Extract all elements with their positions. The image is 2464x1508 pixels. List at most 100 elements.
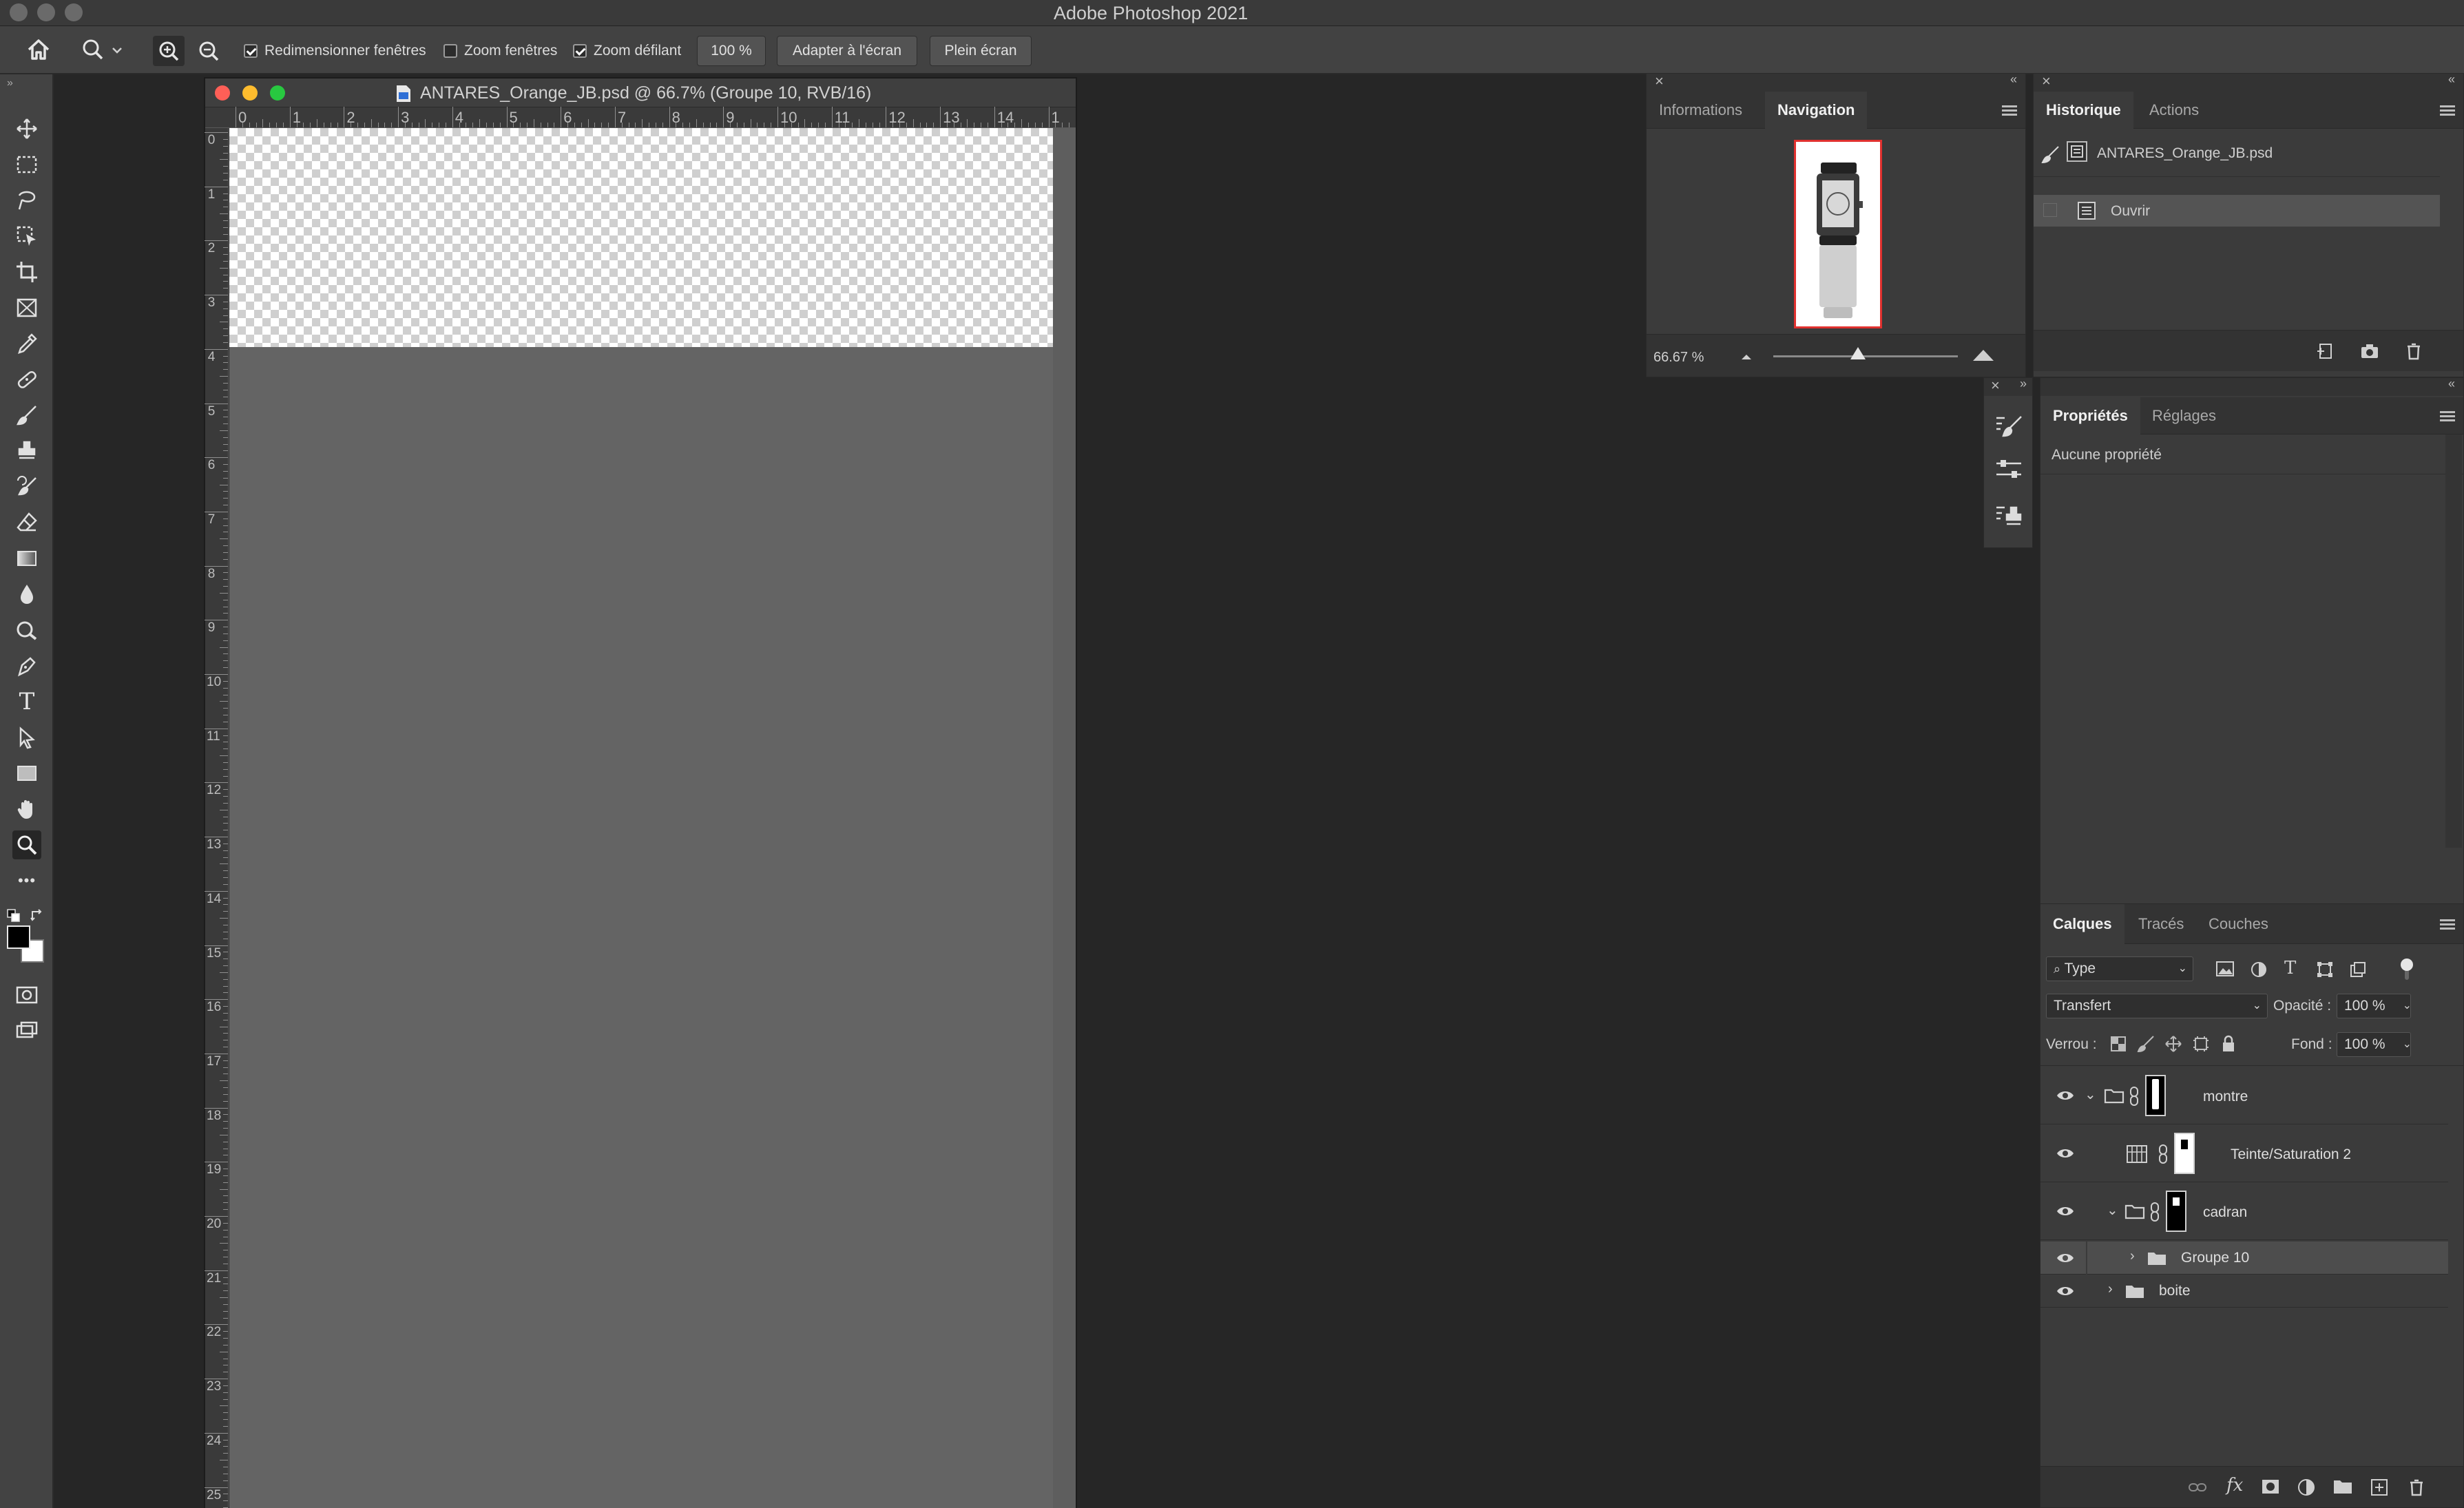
visibility-eye-icon[interactable] <box>2056 1251 2075 1265</box>
chevron-right-icon[interactable]: › <box>2130 1248 2135 1264</box>
tab-calques[interactable]: Calques <box>2040 904 2124 944</box>
chevron-right-icon[interactable]: › <box>2108 1281 2113 1297</box>
layer-name[interactable]: boite <box>2159 1283 2191 1299</box>
quick-mask-icon[interactable] <box>12 981 41 1009</box>
layer-row-teinte-saturation-2[interactable]: Teinte/Saturation 2 <box>2040 1126 2448 1182</box>
lock-transparent-icon[interactable] <box>2109 1035 2127 1053</box>
history-state-row[interactable]: Ouvrir <box>2034 195 2440 227</box>
document-canvas[interactable] <box>229 347 1053 1508</box>
panel-menu-icon[interactable] <box>2440 919 2455 930</box>
default-colors-icon[interactable] <box>7 909 21 923</box>
zoom-value[interactable]: 66.67 % <box>1653 350 1704 366</box>
zoom-tool-preset-icon[interactable] <box>81 39 125 62</box>
layer-name[interactable]: cadran <box>2203 1204 2247 1221</box>
filter-type-icon[interactable]: T <box>2284 958 2296 978</box>
chain-link-icon[interactable] <box>2149 1202 2160 1222</box>
resize-windows-checkbox[interactable] <box>244 44 258 58</box>
history-brush-icon[interactable] <box>12 472 41 501</box>
horizontal-ruler[interactable]: 0 1 2 3 4 5 6 7 8 9 10 11 12 13 14 1 <box>205 107 1076 128</box>
layer-row-cadran[interactable]: ⌄ cadran <box>2040 1184 2448 1240</box>
collapse-toolbar-icon[interactable]: » <box>7 77 13 90</box>
layer-name[interactable]: Teinte/Saturation 2 <box>2231 1146 2351 1163</box>
tab-informations[interactable]: Informations <box>1647 92 1755 129</box>
chain-link-icon[interactable] <box>2158 1144 2169 1164</box>
crop-icon[interactable] <box>12 258 41 286</box>
tab-historique[interactable]: Historique <box>2034 92 2133 129</box>
eraser-icon[interactable] <box>12 508 41 537</box>
object-select-icon[interactable] <box>12 222 41 251</box>
layer-name[interactable]: montre <box>2203 1089 2248 1105</box>
new-layer-icon[interactable] <box>2370 1478 2389 1497</box>
brush-icon[interactable] <box>12 401 41 430</box>
layer-mask-thumbnail[interactable] <box>2166 1191 2186 1232</box>
history-snapshot-row[interactable]: ANTARES_Orange_JB.psd <box>2034 130 2440 177</box>
layer-mask-thumbnail[interactable] <box>2174 1133 2195 1174</box>
zoom-out-button[interactable] <box>193 36 225 66</box>
tab-navigation[interactable]: Navigation <box>1765 92 1868 129</box>
document-close-button[interactable] <box>215 85 230 101</box>
trash-icon[interactable] <box>2404 342 2423 361</box>
filter-toggle-icon[interactable] <box>2399 958 2415 981</box>
zoom-windows-checkbox[interactable] <box>443 44 457 58</box>
layer-filter-select[interactable]: ⌕ Type ⌄ <box>2046 956 2193 981</box>
stamp-icon[interactable] <box>12 437 41 465</box>
chevron-down-icon[interactable]: ⌄ <box>2107 1202 2118 1219</box>
opacity-field[interactable]: 100 % ⌄ <box>2337 994 2412 1018</box>
zoom-in-button[interactable] <box>153 36 185 66</box>
screen-mode-icon[interactable] <box>12 1016 41 1045</box>
link-layers-icon[interactable] <box>2188 1480 2207 1494</box>
new-group-icon[interactable] <box>2332 1478 2353 1496</box>
zoom-slider-thumb[interactable] <box>1850 347 1866 359</box>
transparent-canvas-region[interactable] <box>229 128 1053 347</box>
zoom-out-small-icon[interactable] <box>1739 351 1754 361</box>
properties-scrollbar[interactable] <box>2445 434 2462 848</box>
expand-panel-icon[interactable]: » <box>2020 377 2027 391</box>
panel-menu-icon[interactable] <box>2440 105 2455 116</box>
healing-icon[interactable] <box>12 365 41 394</box>
lock-position-icon[interactable] <box>2164 1035 2182 1053</box>
dodge-icon[interactable] <box>12 616 41 645</box>
rectangle-icon[interactable] <box>12 759 41 788</box>
visibility-eye-icon[interactable] <box>2056 1089 2075 1102</box>
chain-link-icon[interactable] <box>2129 1086 2140 1107</box>
tab-traces[interactable]: Tracés <box>2126 904 2196 944</box>
collapse-panel-icon[interactable]: « <box>2010 72 2017 87</box>
move-icon[interactable] <box>12 114 41 143</box>
fill-screen-button[interactable]: Plein écran <box>930 36 1032 66</box>
pen-icon[interactable] <box>12 651 41 680</box>
adjustments-sliders-icon[interactable] <box>1995 458 2023 483</box>
filter-shape-icon[interactable] <box>2316 961 2334 978</box>
collapse-panel-icon[interactable]: « <box>2448 72 2455 87</box>
layer-row-boite[interactable]: › boite <box>2040 1275 2448 1308</box>
tab-proprietes[interactable]: Propriétés <box>2040 397 2140 434</box>
chevron-down-icon[interactable]: ⌄ <box>2085 1086 2096 1103</box>
lock-artboard-icon[interactable] <box>2192 1035 2210 1053</box>
path-select-icon[interactable] <box>12 723 41 752</box>
close-panel-icon[interactable]: × <box>1991 377 2000 395</box>
canvas-area[interactable] <box>229 128 1076 1508</box>
more-icon[interactable]: ••• <box>12 866 41 895</box>
fill-field[interactable]: 100 % ⌄ <box>2337 1032 2412 1057</box>
add-mask-icon[interactable] <box>2261 1478 2280 1496</box>
hand-icon[interactable] <box>12 795 41 824</box>
gradient-icon[interactable] <box>12 544 41 573</box>
layer-row-montre[interactable]: ⌄ montre <box>2040 1068 2448 1124</box>
new-fill-adjustment-icon[interactable] <box>2297 1478 2316 1497</box>
layer-style-fx-icon[interactable]: fx <box>2226 1475 2243 1496</box>
home-icon[interactable] <box>26 37 51 62</box>
layer-name[interactable]: Groupe 10 <box>2181 1250 2249 1266</box>
new-document-from-state-icon[interactable] <box>2316 342 2335 361</box>
camera-icon[interactable] <box>2360 342 2379 361</box>
tab-couches[interactable]: Couches <box>2196 904 2281 944</box>
layer-row-groupe-10[interactable]: › Groupe 10 <box>2040 1242 2448 1275</box>
visibility-eye-icon[interactable] <box>2056 1204 2075 1218</box>
chevron-down-icon[interactable]: ⌄ <box>2403 1033 2412 1056</box>
filter-pixel-icon[interactable] <box>2215 961 2235 977</box>
clone-source-icon[interactable] <box>1995 503 2023 528</box>
blur-icon[interactable] <box>12 580 41 609</box>
scrubby-zoom-checkbox[interactable] <box>573 44 587 58</box>
filter-adjustment-icon[interactable] <box>2250 961 2268 978</box>
scrubby-zoom-option[interactable]: Zoom défilant <box>573 41 681 61</box>
collapse-panel-icon[interactable]: « <box>2448 377 2455 391</box>
zoom-windows-option[interactable]: Zoom fenêtres <box>443 41 557 61</box>
